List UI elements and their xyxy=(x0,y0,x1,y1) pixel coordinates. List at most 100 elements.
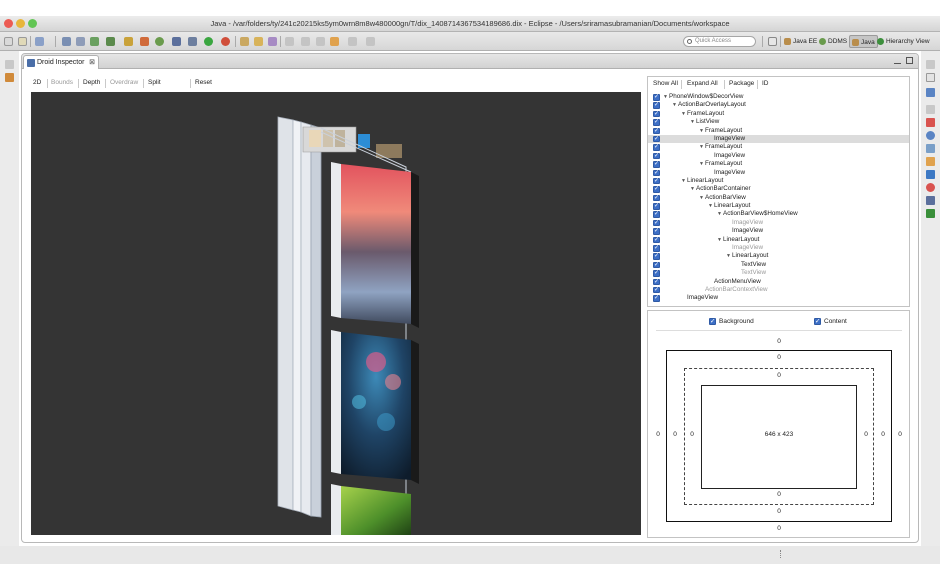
pin-editor-icon[interactable] xyxy=(316,37,325,46)
content-checkbox[interactable]: Content xyxy=(814,317,847,326)
expand-triangle-icon[interactable]: ▼ xyxy=(726,252,731,260)
node-visibility-checkbox[interactable] xyxy=(653,211,660,218)
node-visibility-checkbox[interactable] xyxy=(653,202,660,210)
open-perspective-icon[interactable] xyxy=(768,37,777,46)
node-visibility-checkbox[interactable] xyxy=(653,244,660,252)
external-tools-icon[interactable] xyxy=(221,37,230,46)
new-folder-icon[interactable] xyxy=(18,37,27,46)
node-visibility-checkbox[interactable] xyxy=(653,177,660,185)
error-log-icon[interactable] xyxy=(926,183,935,192)
tree-node[interactable]: ActionBarContextView xyxy=(648,286,909,294)
perspective-java-ee[interactable]: Java EE xyxy=(782,35,819,48)
tree-node[interactable]: ▼FrameLayout xyxy=(648,110,909,118)
node-visibility-checkbox[interactable] xyxy=(653,294,660,302)
reset-button[interactable]: Reset xyxy=(195,76,212,90)
tree-node[interactable]: ▼PhoneWindow$DecorView xyxy=(648,93,909,101)
node-visibility-checkbox[interactable] xyxy=(653,252,660,260)
tree-node[interactable]: TextView xyxy=(648,261,909,269)
node-visibility-checkbox[interactable] xyxy=(653,269,660,277)
tree-node[interactable]: ImageView xyxy=(648,152,909,160)
node-visibility-checkbox[interactable] xyxy=(653,278,660,285)
declaration-icon[interactable] xyxy=(926,144,935,153)
tree-node[interactable]: ▼ActionBarOverlayLayout xyxy=(648,101,909,109)
3d-view-canvas[interactable] xyxy=(31,92,641,535)
node-visibility-checkbox[interactable] xyxy=(653,169,660,177)
search-view-icon[interactable] xyxy=(926,157,935,166)
tree-node[interactable]: ▼LinearLayout xyxy=(648,202,909,210)
node-visibility-checkbox[interactable] xyxy=(653,261,660,268)
minimize-editor-icon[interactable] xyxy=(894,57,901,64)
quick-access-field[interactable]: Quick Access xyxy=(683,36,756,47)
expand-triangle-icon[interactable]: ▼ xyxy=(699,143,704,151)
save-all-icon[interactable] xyxy=(76,37,85,46)
node-visibility-checkbox[interactable] xyxy=(653,93,660,101)
logcat-icon[interactable] xyxy=(926,209,935,218)
debug-icon[interactable] xyxy=(155,37,164,46)
status-bar-grip[interactable] xyxy=(780,550,782,558)
tree-node[interactable]: ▼ListView xyxy=(648,118,909,126)
task-list-icon[interactable] xyxy=(926,73,935,82)
new-package-icon[interactable] xyxy=(35,37,44,46)
previous-annotation-icon[interactable] xyxy=(301,37,310,46)
node-visibility-checkbox[interactable] xyxy=(653,219,660,227)
expand-triangle-icon[interactable]: ▼ xyxy=(717,210,722,218)
expand-triangle-icon[interactable]: ▼ xyxy=(690,185,695,193)
open-type-icon[interactable] xyxy=(254,37,263,46)
node-visibility-checkbox[interactable] xyxy=(653,152,660,160)
tree-node[interactable]: ▼LinearLayout xyxy=(648,177,909,185)
lint-icon[interactable] xyxy=(124,37,133,46)
tree-node[interactable]: TextView xyxy=(648,269,909,277)
next-annotation-icon[interactable] xyxy=(285,37,294,46)
android-avd-icon[interactable] xyxy=(106,37,115,46)
show-all-button[interactable]: Show All xyxy=(653,77,678,91)
expand-triangle-icon[interactable]: ▼ xyxy=(699,127,704,135)
tree-node[interactable]: ▼FrameLayout xyxy=(648,127,909,135)
problems-icon[interactable] xyxy=(926,118,935,127)
mode-2d-button[interactable]: 2D xyxy=(33,76,41,90)
expand-triangle-icon[interactable]: ▼ xyxy=(717,236,722,244)
tree-node[interactable]: ▼ActionBarView$HomeView xyxy=(648,210,909,218)
node-visibility-checkbox[interactable] xyxy=(653,160,660,168)
mode-depth-button[interactable]: Depth xyxy=(83,76,100,90)
tree-node[interactable]: ▼ActionBarContainer xyxy=(648,185,909,193)
new-java-class-icon[interactable] xyxy=(240,37,249,46)
tree-node[interactable]: ▼ActionBarView xyxy=(648,194,909,202)
node-visibility-checkbox[interactable] xyxy=(653,227,660,235)
last-edit-icon[interactable] xyxy=(366,37,375,46)
skip-breakpoints-icon[interactable] xyxy=(172,37,181,46)
console-icon[interactable] xyxy=(926,170,935,179)
javadoc-icon[interactable] xyxy=(926,131,935,140)
package-button[interactable]: Package xyxy=(729,77,754,91)
expand-triangle-icon[interactable]: ▼ xyxy=(708,202,713,210)
run-icon[interactable] xyxy=(204,37,213,46)
perspective-java[interactable]: Java xyxy=(849,35,878,48)
mode-bounds-button[interactable]: Bounds xyxy=(51,76,73,90)
node-visibility-checkbox[interactable] xyxy=(653,286,660,293)
node-visibility-checkbox[interactable] xyxy=(653,127,660,135)
search-icon[interactable] xyxy=(268,37,277,46)
node-visibility-checkbox[interactable] xyxy=(653,143,660,151)
android-project-icon[interactable] xyxy=(140,37,149,46)
id-button[interactable]: ID xyxy=(762,77,769,91)
node-visibility-checkbox[interactable] xyxy=(653,135,660,143)
forward-icon[interactable] xyxy=(348,37,357,46)
expand-triangle-icon[interactable]: ▼ xyxy=(681,177,686,185)
tree-node[interactable]: ImageView xyxy=(648,244,909,252)
tree-node[interactable]: ▼LinearLayout xyxy=(648,236,909,244)
restore-view-icon[interactable] xyxy=(926,60,935,69)
tree-node[interactable]: ImageView xyxy=(648,169,909,177)
progress-icon[interactable] xyxy=(926,196,935,205)
node-visibility-checkbox[interactable] xyxy=(653,101,660,109)
perspective-hierarchy-view[interactable]: Hierarchy View xyxy=(875,35,932,48)
tab-droid-inspector[interactable]: Droid Inspector ⊠ xyxy=(23,55,99,69)
node-visibility-checkbox[interactable] xyxy=(653,118,660,126)
tree-node[interactable]: ImageView xyxy=(648,134,909,144)
tree-node[interactable]: ▼FrameLayout xyxy=(648,160,909,168)
expand-triangle-icon[interactable]: ▼ xyxy=(699,160,704,168)
tree-node[interactable]: ImageView xyxy=(648,294,909,302)
expand-triangle-icon[interactable]: ▼ xyxy=(699,194,704,202)
expand-triangle-icon[interactable]: ▼ xyxy=(663,93,668,101)
restore-view-icon[interactable] xyxy=(5,60,14,69)
background-checkbox[interactable]: Background xyxy=(709,317,754,326)
expand-triangle-icon[interactable]: ▼ xyxy=(672,101,677,109)
